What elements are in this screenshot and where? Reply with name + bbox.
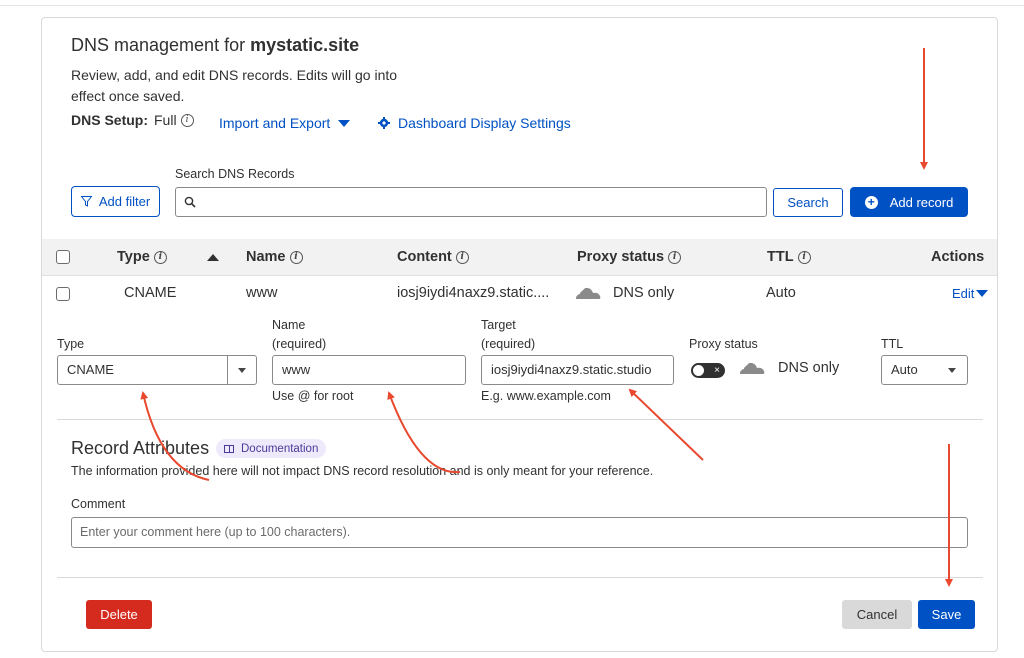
page-description: Review, add, and edit DNS records. Edits… <box>71 67 398 104</box>
info-icon: i <box>797 250 811 264</box>
dns-setup-label: DNS Setup: <box>71 112 148 128</box>
comment-label: Comment <box>71 497 126 511</box>
row-type: CNAME <box>124 285 177 301</box>
table-header: Type i Name i Content i Proxy status i TTL i … <box>42 239 997 276</box>
row-content: iosj9iydi4naxz9.static.... <box>397 285 550 301</box>
caret-down-icon <box>238 367 246 373</box>
search-icon <box>184 196 196 208</box>
cloud-grey-icon <box>736 359 765 375</box>
footer-divider <box>57 577 983 578</box>
documentation-link[interactable]: Documentation <box>216 439 327 458</box>
column-name[interactable]: Name i <box>246 249 303 265</box>
target-field-label: Target <box>481 318 516 332</box>
search-button[interactable]: Search <box>773 188 843 217</box>
name-input[interactable]: www <box>272 355 466 385</box>
form-divider <box>57 419 983 420</box>
save-button[interactable]: Save <box>918 600 975 629</box>
row-checkbox[interactable] <box>56 287 70 301</box>
dns-setup-value: Full <box>154 112 177 128</box>
import-export-dropdown[interactable]: Import and Export <box>219 115 351 131</box>
cancel-button[interactable]: Cancel <box>842 600 912 629</box>
target-hint: E.g. www.example.com <box>481 389 611 403</box>
row-ttl: Auto <box>766 285 796 301</box>
proxy-status-label: Proxy status <box>689 337 758 351</box>
info-icon: i <box>668 250 682 264</box>
info-icon: i <box>153 250 167 264</box>
type-select[interactable]: CNAME <box>57 355 257 385</box>
ttl-caret <box>948 368 956 373</box>
select-all-checkbox[interactable] <box>56 250 70 264</box>
caret-down-icon <box>948 368 956 373</box>
dashboard-settings-label: Dashboard Display Settings <box>398 115 571 131</box>
column-type-label: Type <box>117 249 150 265</box>
caret-down-icon <box>976 290 989 297</box>
ttl-select-value: Auto <box>891 362 918 377</box>
name-field-label: Name <box>272 318 306 332</box>
row-proxy-status: DNS only <box>613 285 675 301</box>
info-icon[interactable]: i <box>180 113 194 127</box>
documentation-label: Documentation <box>241 442 319 455</box>
top-divider <box>0 5 1024 6</box>
ttl-select[interactable]: Auto <box>881 355 968 385</box>
cloud-grey-icon <box>572 284 601 300</box>
row-name: www <box>246 285 278 301</box>
target-input[interactable]: iosj9iydi4naxz9.static.studio <box>481 355 674 385</box>
column-proxy-status-label: Proxy status <box>577 249 665 265</box>
column-content-label: Content <box>397 249 452 265</box>
book-icon <box>224 444 234 453</box>
add-filter-button[interactable]: Add filter <box>71 186 160 217</box>
edit-label: Edit <box>952 286 975 301</box>
delete-button[interactable]: Delete <box>86 600 152 629</box>
info-icon: i <box>289 250 303 264</box>
record-attributes-title: Record Attributes <box>71 438 210 458</box>
column-proxy-status[interactable]: Proxy status i <box>577 249 682 265</box>
title-prefix: DNS management for <box>71 35 251 55</box>
add-record-button[interactable]: + Add record <box>850 187 968 217</box>
search-input[interactable] <box>175 187 767 217</box>
type-select-toggle[interactable] <box>227 356 256 384</box>
column-type[interactable]: Type i <box>117 249 167 265</box>
gear-icon <box>378 117 390 129</box>
record-attributes-description: The information provided here will not i… <box>71 464 654 478</box>
type-select-value: CNAME <box>67 362 114 377</box>
dashboard-display-settings-link[interactable]: Dashboard Display Settings <box>378 115 571 131</box>
type-field-label: Type <box>57 337 85 351</box>
ttl-field-label: TTL <box>881 337 904 351</box>
edit-record-link[interactable]: Edit <box>952 286 989 301</box>
search-label: Search DNS Records <box>175 167 295 181</box>
dns-setup: DNS Setup: Full i <box>71 112 194 128</box>
title-domain: mystatic.site <box>250 35 360 55</box>
target-required-label: (required) <box>481 337 536 351</box>
column-content[interactable]: Content i <box>397 249 469 265</box>
toggle-knob <box>693 365 704 376</box>
column-ttl-label: TTL <box>767 249 794 265</box>
sort-ascending-icon[interactable] <box>207 254 219 261</box>
add-record-label: Add record <box>889 194 954 210</box>
name-required-label: (required) <box>272 337 327 351</box>
page-title: DNS management for mystatic.site <box>71 35 359 56</box>
column-ttl[interactable]: TTL i <box>767 249 811 265</box>
info-icon: i <box>455 250 469 264</box>
column-actions: Actions <box>931 249 985 265</box>
import-export-label: Import and Export <box>219 115 331 131</box>
comment-input[interactable]: Enter your comment here (up to 100 chara… <box>71 517 968 548</box>
proxy-toggle[interactable]: × <box>691 363 725 378</box>
filter-icon <box>80 196 92 207</box>
caret-down-icon <box>338 119 351 127</box>
name-hint: Use @ for root <box>272 389 354 403</box>
close-icon: × <box>714 365 720 376</box>
proxy-status-value: DNS only <box>778 360 840 376</box>
plus-circle-icon: + <box>864 195 878 209</box>
add-filter-label: Add filter <box>98 194 151 209</box>
column-name-label: Name <box>246 249 286 265</box>
